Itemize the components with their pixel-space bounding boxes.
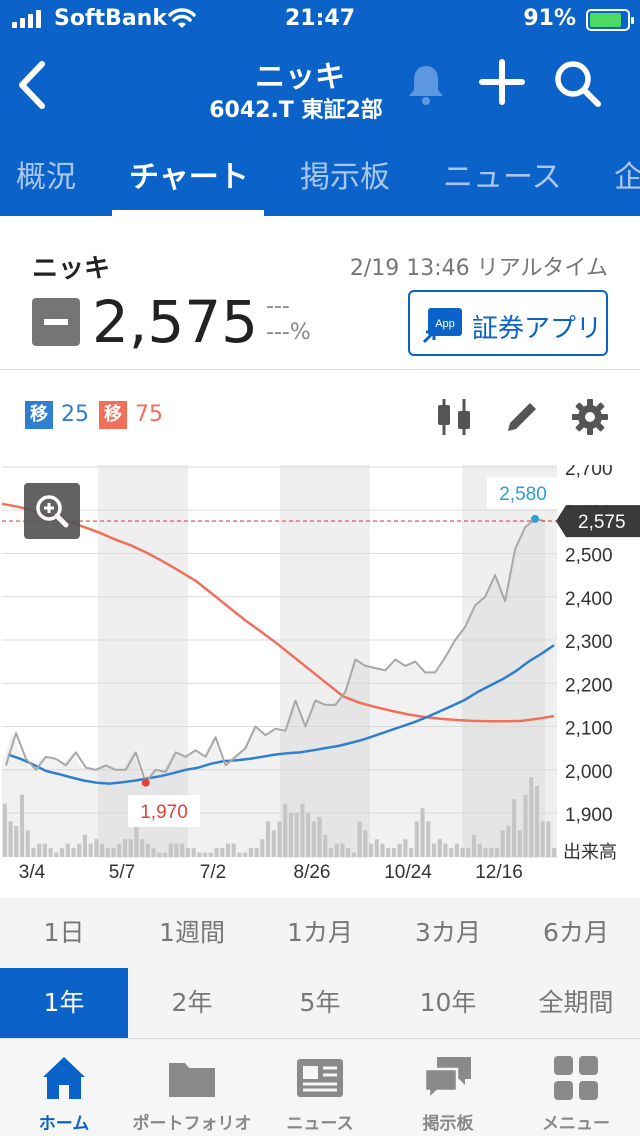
tab-news[interactable]: ニュース bbox=[443, 152, 562, 196]
tab-overview[interactable]: 概況 bbox=[16, 152, 76, 196]
bottom-navigation: ホーム ポートフォリオ ニュース 掲示板 メニュー bbox=[0, 1038, 640, 1136]
current-price: 2,575 bbox=[92, 288, 259, 356]
battery-percent: 91% bbox=[523, 6, 576, 31]
range-1d[interactable]: 1日 bbox=[0, 898, 128, 968]
nav-bar: ニッキ 6042.T 東証2部 bbox=[0, 40, 640, 140]
y-tick-label: 2,700 bbox=[565, 465, 613, 480]
grid-menu-icon bbox=[554, 1056, 598, 1100]
securities-app-label: 証券アプリ bbox=[472, 314, 603, 344]
min-point bbox=[141, 778, 150, 787]
range-1m[interactable]: 1カ月 bbox=[256, 898, 384, 968]
nav-message-board[interactable]: 掲示板 bbox=[384, 1039, 512, 1136]
tab-chart[interactable]: チャート bbox=[129, 152, 249, 196]
app-icon-text: App bbox=[435, 318, 455, 330]
zoom-in-icon bbox=[36, 495, 69, 528]
quote-summary: ニッキ 2/19 13:46 リアルタイム 2,575 --- ---% App… bbox=[0, 216, 640, 370]
quote-stock-name: ニッキ bbox=[32, 254, 111, 284]
minus-icon bbox=[32, 298, 80, 346]
ma75-value: 75 bbox=[135, 402, 163, 427]
range-2y[interactable]: 2年 bbox=[128, 968, 256, 1038]
y-tick-label: 1,900 bbox=[565, 805, 613, 826]
nav-news-label: ニュース bbox=[286, 1114, 354, 1134]
range-5y[interactable]: 5年 bbox=[256, 968, 384, 1038]
stock-chart[interactable]: 2,7002,6002,5002,4002,3002,2002,1002,000… bbox=[0, 465, 640, 895]
volume-bar bbox=[552, 848, 557, 857]
pencil-icon[interactable] bbox=[502, 397, 542, 437]
max-point bbox=[531, 514, 540, 523]
nav-home-label: ホーム bbox=[38, 1114, 90, 1134]
app-header: SoftBank 21:47 91% ニッキ 6042.T 東証2部 概況 チャ… bbox=[0, 0, 640, 216]
max-price-label: 2,580 bbox=[499, 484, 547, 505]
range-1y[interactable]: 1年 bbox=[0, 968, 128, 1038]
status-bar: SoftBank 21:47 91% bbox=[0, 0, 640, 40]
x-tick-label: 8/26 bbox=[294, 862, 331, 883]
range-6m[interactable]: 6カ月 bbox=[512, 898, 640, 968]
chart-svg: 2,7002,6002,5002,4002,3002,2002,1002,000… bbox=[1, 465, 640, 883]
tab-message-board[interactable]: 掲示板 bbox=[300, 152, 390, 196]
nav-portfolio[interactable]: ポートフォリオ bbox=[128, 1039, 256, 1136]
nav-portfolio-label: ポートフォリオ bbox=[132, 1114, 252, 1134]
nav-menu-label: メニュー bbox=[542, 1114, 610, 1134]
volume-axis-label: 出来高 bbox=[563, 842, 617, 863]
y-tick-label: 2,100 bbox=[565, 719, 613, 740]
y-tick-label: 2,200 bbox=[565, 675, 613, 696]
chat-bubbles-icon bbox=[423, 1057, 471, 1103]
ma75-badge: 移 bbox=[99, 401, 127, 429]
y-tick-label: 2,000 bbox=[565, 762, 613, 783]
search-icon[interactable] bbox=[552, 58, 602, 108]
x-tick-label: 7/2 bbox=[200, 862, 226, 883]
gear-icon[interactable] bbox=[570, 397, 610, 437]
folder-icon bbox=[169, 1063, 215, 1097]
x-tick-label: 10/24 bbox=[384, 862, 432, 883]
add-plus-icon[interactable] bbox=[478, 58, 526, 106]
bell-icon[interactable] bbox=[404, 62, 448, 106]
price-change-percent: ---% bbox=[266, 320, 311, 345]
tab-company[interactable]: 企 bbox=[614, 152, 640, 196]
volume-bar bbox=[546, 821, 551, 857]
battery-icon bbox=[586, 9, 634, 31]
nav-message-board-label: 掲示板 bbox=[422, 1114, 474, 1134]
ma25-value: 25 bbox=[61, 402, 89, 427]
y-tick-label: 2,500 bbox=[565, 546, 613, 567]
ma25-badge: 移 bbox=[25, 401, 53, 429]
app-icon: App bbox=[422, 308, 462, 344]
min-price-label: 1,970 bbox=[140, 802, 188, 823]
range-1w[interactable]: 1週間 bbox=[128, 898, 256, 968]
y-tick-label: 2,400 bbox=[565, 589, 613, 610]
quote-timestamp: 2/19 13:46 リアルタイム bbox=[349, 256, 608, 281]
price-change-value: --- bbox=[266, 294, 290, 319]
nav-menu[interactable]: メニュー bbox=[512, 1039, 640, 1136]
range-10y[interactable]: 10年 bbox=[384, 968, 512, 1038]
x-tick-label: 3/4 bbox=[19, 862, 46, 883]
price-change: --- ---% bbox=[266, 294, 311, 346]
section-tabs: 概況 チャート 掲示板 ニュース 企 bbox=[0, 140, 640, 216]
chart-toolbar: 移 25 移 75 bbox=[0, 371, 640, 465]
nav-home[interactable]: ホーム bbox=[0, 1039, 128, 1136]
candlestick-icon[interactable] bbox=[434, 397, 474, 437]
range-all[interactable]: 全期間 bbox=[512, 968, 640, 1038]
current-price-tag-label: 2,575 bbox=[578, 512, 626, 533]
range-3m[interactable]: 3カ月 bbox=[384, 898, 512, 968]
zoom-in-button[interactable] bbox=[24, 483, 80, 539]
x-tick-label: 5/7 bbox=[109, 862, 135, 883]
home-icon bbox=[43, 1057, 85, 1099]
y-tick-label: 2,300 bbox=[565, 632, 613, 653]
nav-news[interactable]: ニュース bbox=[256, 1039, 384, 1136]
newspaper-icon bbox=[297, 1059, 343, 1097]
securities-app-button[interactable]: App 証券アプリ bbox=[408, 290, 608, 356]
x-tick-label: 12/16 bbox=[475, 862, 523, 883]
range-selector: 1日 1週間 1カ月 3カ月 6カ月 1年 2年 5年 10年 全期間 bbox=[0, 898, 640, 1038]
